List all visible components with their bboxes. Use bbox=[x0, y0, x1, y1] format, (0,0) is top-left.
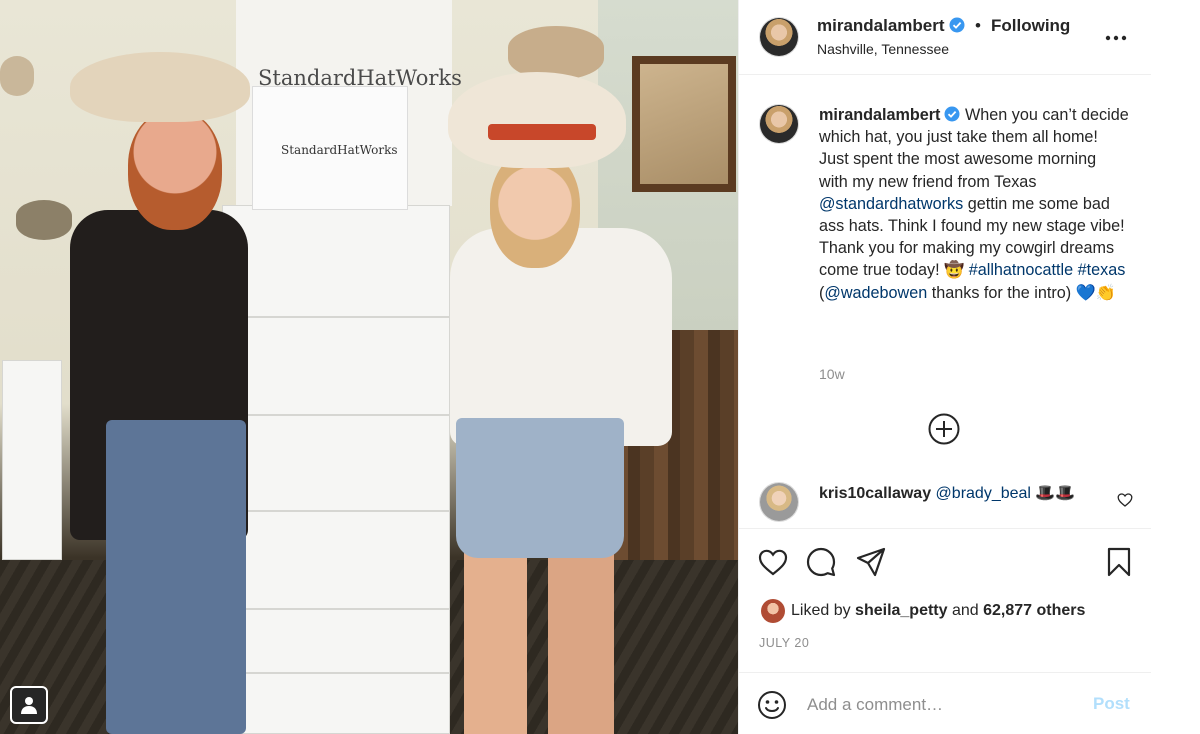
user-tag-icon[interactable] bbox=[10, 686, 48, 724]
author-username-text[interactable]: mirandalambert bbox=[817, 16, 945, 35]
comment-box-divider bbox=[739, 672, 1151, 673]
post-caption: mirandalambert When you can’t decide whi… bbox=[819, 104, 1129, 304]
photo-person-man bbox=[70, 52, 250, 734]
caption-hashtag-allhatnocattle[interactable]: #allhatnocattle bbox=[969, 261, 1073, 279]
liked-by-prefix: Liked by bbox=[791, 602, 856, 619]
post-comment-button[interactable]: Post bbox=[1093, 694, 1130, 714]
heart-icon[interactable] bbox=[757, 546, 789, 578]
author-avatar[interactable] bbox=[759, 17, 799, 57]
post-photo[interactable]: StandardHatWorks StandardHatWorks bbox=[0, 0, 738, 734]
photo-side-boxes bbox=[2, 360, 62, 560]
photo-wall-hat bbox=[0, 56, 34, 96]
verified-badge-icon bbox=[944, 106, 960, 122]
comment-mention[interactable]: @brady_beal bbox=[936, 485, 1031, 502]
caption-mention-standardhatworks[interactable]: @standardhatworks bbox=[819, 195, 963, 213]
photo-person-woman bbox=[440, 70, 710, 734]
photo-wall-hat bbox=[16, 200, 72, 240]
comment-like-heart-icon[interactable] bbox=[1117, 492, 1133, 508]
likes-count[interactable]: 62,877 others bbox=[983, 602, 1085, 619]
post-location[interactable]: Nashville, Tennessee bbox=[817, 41, 949, 57]
caption-mention-wadebowen[interactable]: @wadebowen bbox=[824, 284, 927, 302]
comment: kris10callaway @brady_beal 🎩🎩 bbox=[819, 483, 1075, 503]
photo-bag-text: StandardHatWorks bbox=[281, 143, 398, 157]
caption-avatar[interactable] bbox=[759, 104, 799, 144]
commenter-avatar[interactable] bbox=[759, 482, 799, 522]
photo-box-stack bbox=[222, 205, 450, 734]
more-options-icon[interactable] bbox=[1105, 26, 1127, 48]
caption-username[interactable]: mirandalambert bbox=[819, 106, 940, 124]
liked-by-and: and bbox=[947, 602, 984, 619]
author-username[interactable]: mirandalambert bbox=[817, 16, 965, 36]
liked-by-user[interactable]: sheila_petty bbox=[855, 602, 947, 619]
caption-age: 10w bbox=[819, 366, 845, 382]
comment-text: 🎩🎩 bbox=[1030, 485, 1076, 502]
header-separator: • bbox=[975, 16, 981, 35]
bookmark-icon[interactable] bbox=[1103, 546, 1135, 578]
add-comment-input[interactable] bbox=[807, 692, 1067, 718]
caption-hashtag-texas[interactable]: #texas bbox=[1078, 261, 1126, 279]
post-details-panel: mirandalambert • Following Nashville, Te… bbox=[738, 0, 1151, 734]
post-date[interactable]: JULY 20 bbox=[759, 636, 809, 650]
following-button[interactable]: Following bbox=[991, 16, 1070, 36]
actions-divider bbox=[739, 528, 1151, 529]
liked-by-text: Liked by sheila_petty and 62,877 others bbox=[791, 602, 1085, 620]
caption-text: thanks for the intro) 💙👏 bbox=[927, 283, 1116, 302]
share-icon[interactable] bbox=[855, 546, 887, 578]
header-divider bbox=[739, 74, 1151, 75]
load-more-comments-icon[interactable] bbox=[927, 412, 961, 446]
emoji-icon[interactable] bbox=[757, 690, 787, 720]
verified-badge-icon bbox=[949, 17, 965, 33]
comment-icon[interactable] bbox=[805, 546, 837, 578]
photo-gift-bag: StandardHatWorks bbox=[252, 86, 408, 210]
comment-username[interactable]: kris10callaway bbox=[819, 485, 931, 502]
liked-by-avatar[interactable] bbox=[761, 599, 785, 623]
